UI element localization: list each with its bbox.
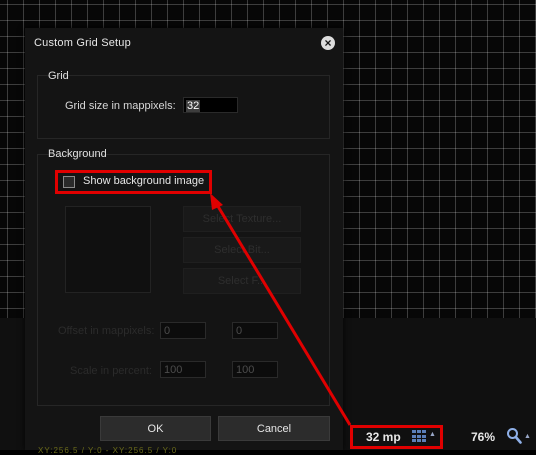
select-bitmap-button[interactable]: Select Bit... [183,237,301,263]
dialog-title: Custom Grid Setup [34,37,131,49]
grid-size-value: 32 [186,100,201,112]
scale-y-input[interactable]: 100 [232,361,278,378]
close-icon[interactable]: × [321,36,335,50]
select-file-button[interactable]: Select F... [183,268,301,294]
magnifier-icon[interactable] [506,427,522,445]
scale-label: Scale in percent: [70,365,152,377]
ok-button[interactable]: OK [100,416,211,441]
highlight-grid-status [350,425,443,449]
cancel-button[interactable]: Cancel [218,416,330,441]
select-texture-button[interactable]: Select Texture... [183,206,301,232]
offset-label: Offset in mappixels: [58,325,155,337]
background-group-title: Background [48,148,107,160]
offset-x-input[interactable]: 0 [160,322,206,339]
scale-x-input[interactable]: 100 [160,361,206,378]
offset-y-input[interactable]: 0 [232,322,278,339]
grid-group-title: Grid [48,70,69,82]
cutoff-status-text: XY:256.5 / Y:0 - XY:256.5 / Y:0 [38,446,178,455]
custom-grid-dialog: Custom Grid Setup × Grid Grid size in ma… [25,28,343,450]
zoom-level[interactable]: 76% [471,430,495,444]
grid-size-label: Grid size in mappixels: [65,100,176,112]
zoom-caret-icon[interactable]: ▲ [524,433,531,440]
grid-size-input[interactable]: 32 [183,97,238,113]
background-preview [65,206,151,293]
highlight-show-background [55,170,212,194]
